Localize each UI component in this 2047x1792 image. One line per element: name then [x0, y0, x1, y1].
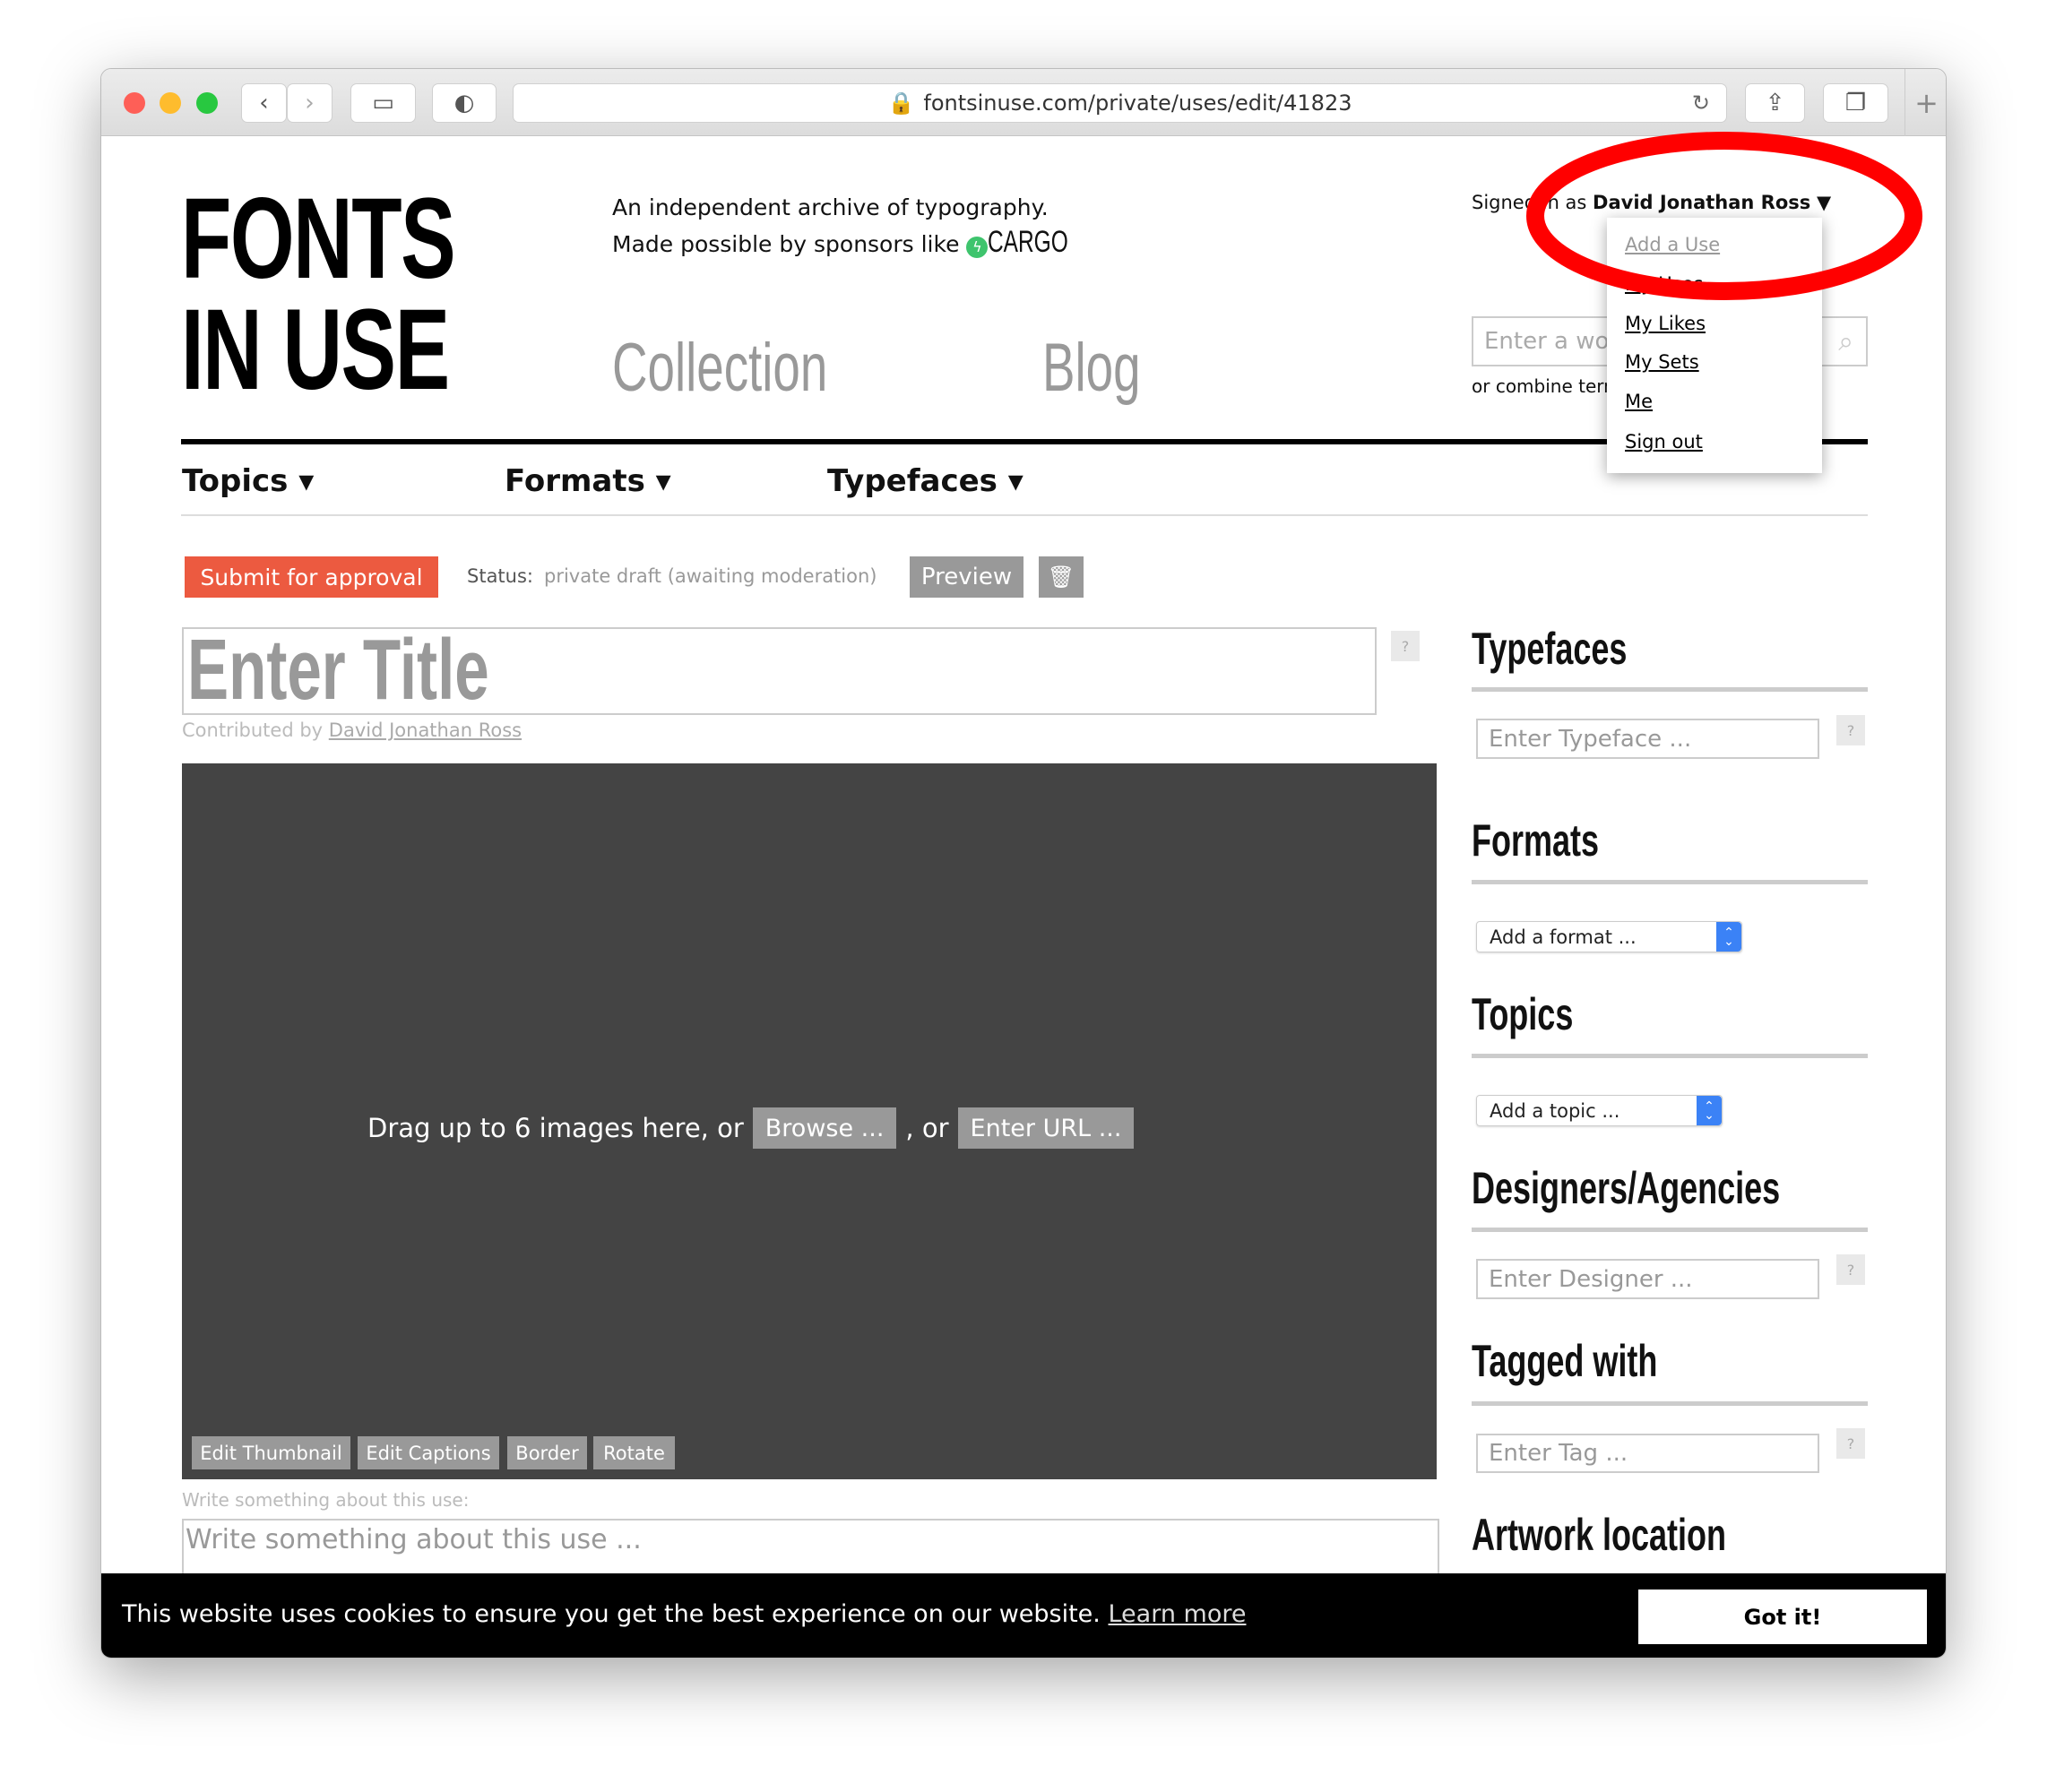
- image-dropzone[interactable]: Drag up to 6 images here, or Browse ... …: [182, 763, 1437, 1479]
- trash-icon[interactable]: 🗑: [1039, 556, 1084, 598]
- forward-icon[interactable]: ›: [287, 83, 333, 123]
- sidebar-icon[interactable]: ▭: [350, 83, 416, 123]
- nav-blog[interactable]: Blog: [1042, 329, 1179, 407]
- status-value: private draft (awaiting moderation): [544, 565, 877, 587]
- close-window-button[interactable]: [124, 92, 145, 114]
- menu-me[interactable]: Me: [1625, 391, 1653, 412]
- select-arrows-icon: ⌃ ⌄: [1697, 1096, 1722, 1125]
- privacy-shield-icon[interactable]: ◐: [432, 83, 497, 123]
- tagged-heading: Tagged with: [1472, 1336, 1658, 1386]
- nav-topics[interactable]: Topics ▾: [182, 463, 314, 499]
- select-arrows-icon: ⌃ ⌄: [1716, 922, 1741, 952]
- designers-heading: Designers/Agencies: [1472, 1163, 1781, 1213]
- nav-collection[interactable]: Collection: [612, 329, 911, 407]
- designer-input[interactable]: Enter Designer ...: [1476, 1259, 1819, 1299]
- site-logo[interactable]: FONTS IN USE: [181, 182, 561, 408]
- nav-rule: [181, 514, 1868, 516]
- submit-for-approval-button[interactable]: Submit for approval: [185, 556, 438, 598]
- format-select[interactable]: Add a format ... ⌃ ⌄: [1476, 921, 1742, 952]
- topics-heading: Topics: [1472, 989, 1574, 1039]
- border-button[interactable]: Border: [507, 1436, 587, 1469]
- browser-window: ‹ › ▭ ◐ 🔒 fontsinuse.com/private/uses/edi…: [100, 68, 1947, 1658]
- lock-icon: 🔒: [887, 90, 915, 116]
- divider: [1472, 1228, 1868, 1232]
- learn-more-link[interactable]: Learn more: [1108, 1600, 1246, 1628]
- preview-button[interactable]: Preview: [910, 556, 1024, 598]
- reload-icon[interactable]: ↻: [1692, 90, 1710, 116]
- got-it-button[interactable]: Got it!: [1638, 1590, 1927, 1644]
- formats-heading: Formats: [1472, 815, 1600, 866]
- tag-help-button[interactable]: ?: [1836, 1428, 1865, 1459]
- tag-input[interactable]: Enter Tag ...: [1476, 1434, 1819, 1473]
- status-label: Status:: [467, 565, 533, 587]
- share-icon[interactable]: ⇪: [1745, 83, 1805, 123]
- menu-sign-out[interactable]: Sign out: [1625, 431, 1703, 452]
- contributor-link[interactable]: David Jonathan Ross: [329, 719, 522, 741]
- typeface-help-button[interactable]: ?: [1836, 715, 1865, 745]
- edit-captions-button[interactable]: Edit Captions: [358, 1436, 499, 1469]
- tagline: An independent archive of typography. Mad…: [612, 194, 1069, 259]
- description-textarea[interactable]: Write something about this use ...: [182, 1519, 1439, 1581]
- tabs-icon[interactable]: ❐: [1823, 83, 1888, 123]
- contributed-by: Contributed by David Jonathan Ross: [182, 719, 523, 741]
- menu-my-sets[interactable]: My Sets: [1625, 351, 1699, 373]
- divider: [1472, 687, 1868, 692]
- nav-typefaces[interactable]: Typefaces ▾: [827, 463, 1024, 499]
- search-icon[interactable]: ⌕: [1838, 326, 1853, 358]
- enter-url-button[interactable]: Enter URL ...: [957, 1107, 1135, 1149]
- description-label: Write something about this use:: [182, 1489, 470, 1511]
- artwork-location-heading: Artwork location: [1472, 1510, 1727, 1560]
- cookie-banner: This website uses cookies to ensure you …: [101, 1573, 1946, 1658]
- designer-help-button[interactable]: ?: [1836, 1254, 1865, 1285]
- address-bar[interactable]: 🔒 fontsinuse.com/private/uses/edit/41823 ↻: [513, 83, 1727, 123]
- title-input[interactable]: Enter Title: [182, 627, 1377, 715]
- typeface-input[interactable]: Enter Typeface ...: [1476, 719, 1819, 759]
- divider: [1472, 1054, 1868, 1058]
- cargo-bolt-icon: ϟ: [966, 237, 989, 258]
- minimize-window-button[interactable]: [160, 92, 181, 114]
- nav-formats[interactable]: Formats ▾: [505, 463, 671, 499]
- divider: [1472, 1401, 1868, 1406]
- edit-thumbnail-button[interactable]: Edit Thumbnail: [192, 1436, 350, 1469]
- zoom-window-button[interactable]: [196, 92, 218, 114]
- sponsor-link[interactable]: CARGO: [988, 225, 1068, 259]
- back-icon[interactable]: ‹: [241, 83, 287, 123]
- rotate-button[interactable]: Rotate: [593, 1436, 675, 1469]
- divider: [1472, 880, 1868, 884]
- browse-button[interactable]: Browse ...: [752, 1107, 897, 1149]
- typefaces-heading: Typefaces: [1472, 624, 1628, 674]
- topic-select[interactable]: Add a topic ... ⌃ ⌄: [1476, 1095, 1723, 1126]
- title-help-button[interactable]: ?: [1391, 631, 1420, 661]
- annotation-ellipse: [1526, 132, 1922, 300]
